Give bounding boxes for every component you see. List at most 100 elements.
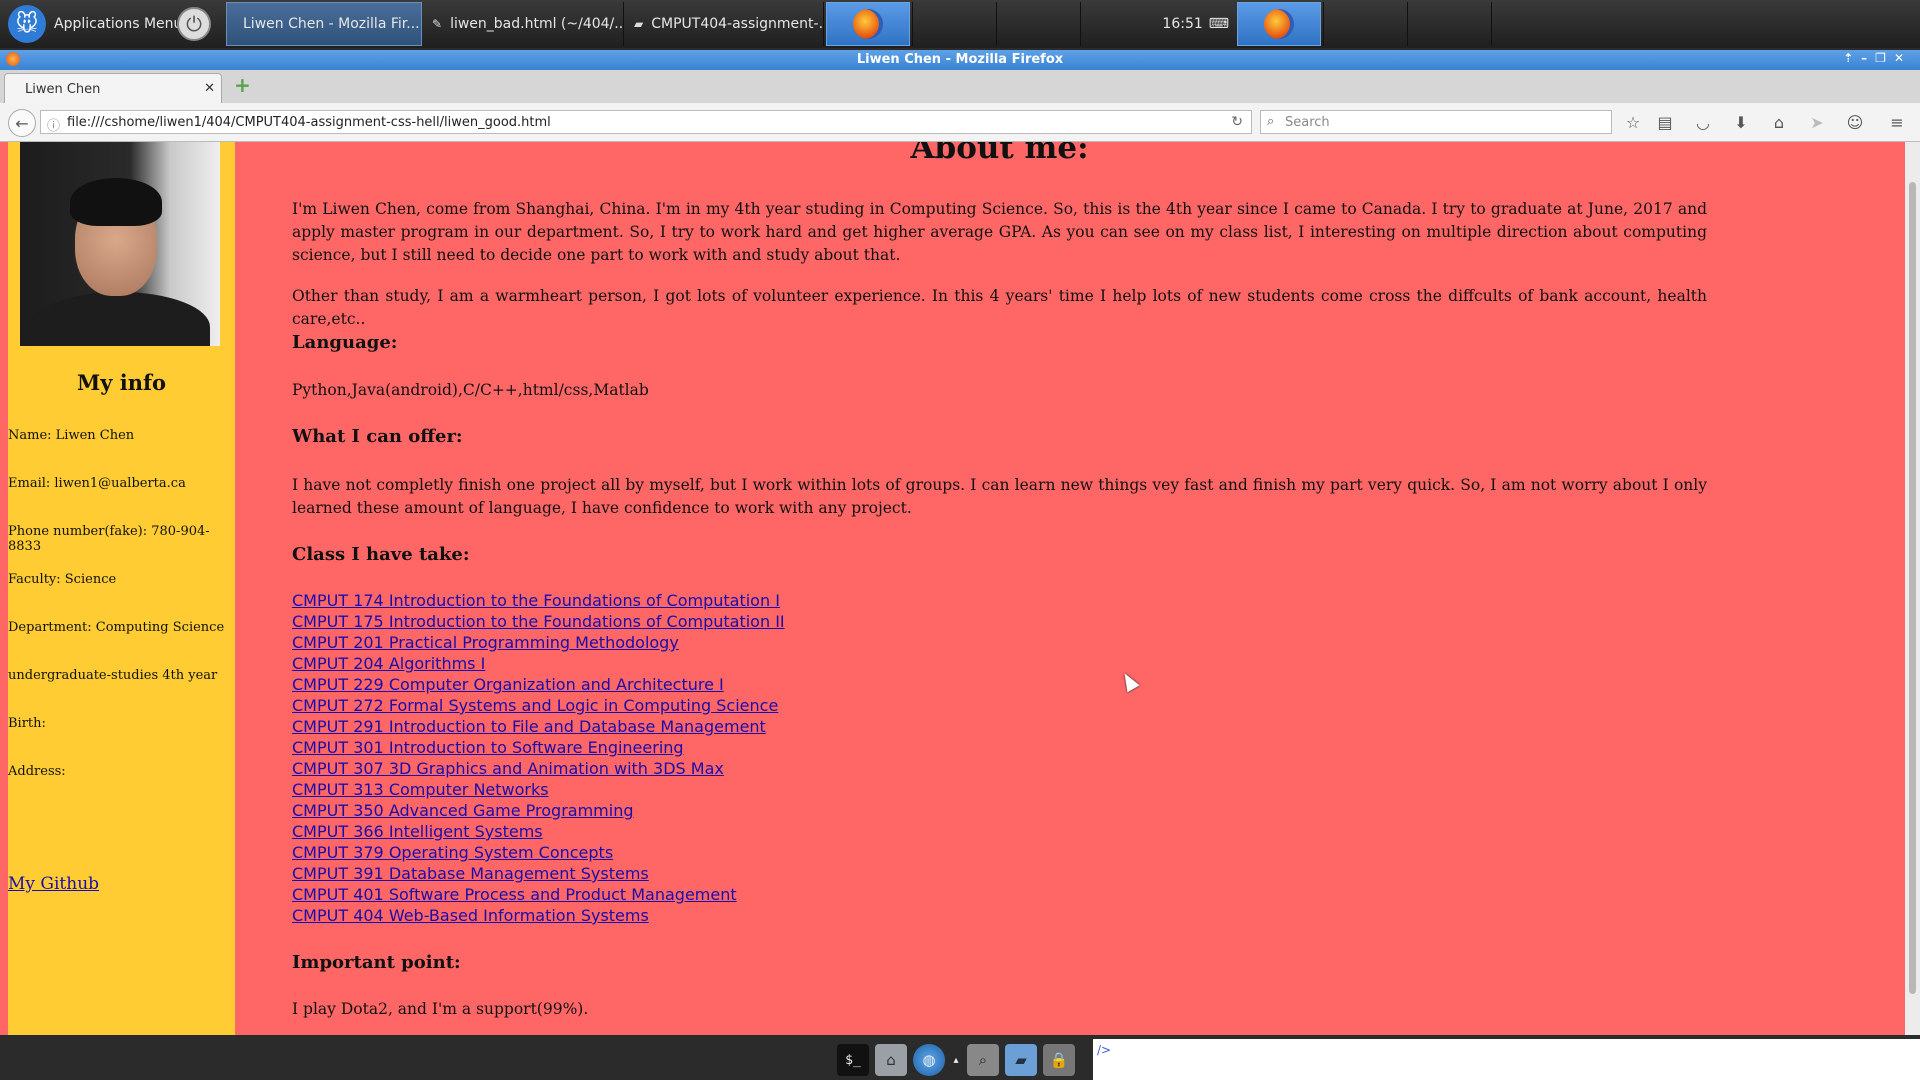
- info-email: Email: liwen1@ualberta.ca: [8, 476, 186, 491]
- workspace-8[interactable]: [1491, 2, 1573, 46]
- class-link[interactable]: CMPUT 272 Formal Systems and Logic in Co…: [292, 696, 778, 715]
- top-panel: 🐭 Applications Menu ⏻ Liwen Chen - Mozil…: [0, 0, 1920, 48]
- workspace-1-firefox[interactable]: [826, 2, 910, 46]
- restore-icon[interactable]: ❐: [1875, 51, 1894, 65]
- folder-icon: ▰: [634, 17, 644, 31]
- firefox-icon: [1264, 9, 1294, 39]
- back-arrow-icon[interactable]: ←: [8, 109, 36, 137]
- power-icon: ⏻: [177, 7, 211, 41]
- lock-icon[interactable]: 🔒: [1043, 1044, 1075, 1076]
- intro-paragraph-2: Other than study, I am a warmheart perso…: [292, 287, 1707, 328]
- workspace-firefox[interactable]: [1237, 2, 1321, 46]
- bottom-panel: $_ ⌂ ◍ ▴ ⌕ ▰ 🔒 />: [0, 1037, 1920, 1080]
- class-link[interactable]: CMPUT 229 Computer Organization and Arch…: [292, 675, 724, 694]
- chevron-up-icon[interactable]: ▴: [951, 1044, 961, 1076]
- important-text: I play Dota2, and I'm a support(99%).: [292, 1000, 589, 1018]
- clock[interactable]: 16:51 ⌨: [1163, 2, 1233, 46]
- reload-icon[interactable]: ↻: [1231, 114, 1243, 130]
- class-link[interactable]: CMPUT 391 Database Management Systems: [292, 864, 649, 883]
- class-link[interactable]: CMPUT 401 Software Process and Product M…: [292, 885, 737, 904]
- home-icon[interactable]: ⌂: [1768, 111, 1790, 133]
- launcher-dock: $_ ⌂ ◍ ▴ ⌕ ▰ 🔒: [833, 1041, 1097, 1079]
- network-icon: ⌨: [1208, 16, 1229, 32]
- github-link[interactable]: My Github: [8, 874, 99, 894]
- panel-text-field[interactable]: />: [1093, 1039, 1920, 1080]
- important-heading: Important point:: [292, 952, 461, 973]
- workspace-3[interactable]: [996, 2, 1078, 46]
- offer-heading: What I can offer:: [292, 426, 463, 447]
- search-input[interactable]: ⌕ Search: [1260, 110, 1612, 134]
- close-icon[interactable]: ✕: [1894, 51, 1912, 65]
- web-browser-icon[interactable]: ◍: [913, 1044, 945, 1076]
- text-editor-icon: ✎: [432, 17, 443, 31]
- tab-title: Liwen Chen: [25, 82, 101, 97]
- task-file-manager[interactable]: ▰ CMPUT404-assignment-...: [626, 2, 824, 46]
- app-finder-icon[interactable]: ⌕: [967, 1044, 999, 1076]
- class-link[interactable]: CMPUT 366 Intelligent Systems: [292, 822, 543, 841]
- intro-paragraph-1: I'm Liwen Chen, come from Shanghai, Chin…: [292, 200, 1707, 264]
- profile-photo: [20, 142, 220, 346]
- classes-heading: Class I have take:: [292, 544, 470, 565]
- sidebar: My info Name: Liwen Chen Email: liwen1@u…: [8, 142, 235, 1035]
- sidebar-title: My info: [76, 370, 167, 395]
- class-link[interactable]: CMPUT 404 Web-Based Information Systems: [292, 906, 649, 925]
- window-title: Liwen Chen - Mozilla Firefox: [856, 52, 1064, 67]
- info-phone: Phone number(fake): 780-904-8833: [8, 524, 210, 554]
- close-tab-icon[interactable]: ✕: [204, 81, 215, 96]
- xfce-mouse-icon: 🐭: [8, 5, 46, 43]
- workspace-4[interactable]: [1080, 2, 1162, 46]
- chat-icon[interactable]: ☺: [1844, 111, 1866, 133]
- bookmark-star-icon[interactable]: ☆: [1622, 111, 1644, 133]
- workspace-7[interactable]: [1407, 2, 1489, 46]
- info-year: undergraduate-studies 4th year: [8, 668, 218, 683]
- maximize-up-icon[interactable]: ⇡: [1843, 51, 1861, 65]
- class-link[interactable]: CMPUT 307 3D Graphics and Animation with…: [292, 759, 724, 778]
- minimize-icon[interactable]: –: [1861, 51, 1875, 65]
- folder-icon[interactable]: ▰: [1005, 1044, 1037, 1076]
- firefox-icon: [853, 9, 883, 39]
- page-heading: About me:: [910, 142, 1089, 166]
- task-label: Liwen Chen - Mozilla Fir...: [243, 16, 420, 32]
- tab-liwen-chen[interactable]: Liwen Chen ✕: [4, 73, 222, 103]
- class-link[interactable]: CMPUT 204 Algorithms I: [292, 654, 485, 673]
- info-address: Address:: [8, 764, 66, 779]
- info-birth: Birth:: [8, 716, 46, 731]
- class-link[interactable]: CMPUT 379 Operating System Concepts: [292, 843, 613, 862]
- class-link[interactable]: CMPUT 291 Introduction to File and Datab…: [292, 717, 766, 736]
- power-button[interactable]: ⏻: [174, 2, 214, 46]
- class-link[interactable]: CMPUT 201 Practical Programming Methodol…: [292, 633, 679, 652]
- pocket-icon[interactable]: ◡: [1692, 111, 1714, 133]
- downloads-icon[interactable]: ⬇: [1730, 111, 1752, 133]
- url-text: file:///cshome/liwen1/404/CMPUT404-assig…: [67, 115, 551, 130]
- hamburger-menu-icon[interactable]: ≡: [1886, 111, 1908, 133]
- class-link[interactable]: CMPUT 301 Introduction to Software Engin…: [292, 738, 684, 757]
- search-icon: ⌕: [1267, 114, 1275, 129]
- class-link[interactable]: CMPUT 313 Computer Networks: [292, 780, 549, 799]
- search-placeholder: Search: [1285, 115, 1330, 130]
- window-titlebar[interactable]: Liwen Chen - Mozilla Firefox ⇡–❐✕: [0, 50, 1920, 70]
- clock-time: 16:51: [1163, 16, 1203, 32]
- language-heading: Language:: [292, 332, 398, 353]
- home-folder-icon[interactable]: ⌂: [875, 1044, 907, 1076]
- workspace-6[interactable]: [1323, 2, 1405, 46]
- share-icon[interactable]: ➤: [1806, 111, 1828, 133]
- window-controls: ⇡–❐✕: [1843, 51, 1912, 65]
- task-text-editor[interactable]: ✎ liwen_bad.html (~/404/...: [424, 2, 624, 46]
- panel-field-text: />: [1097, 1043, 1112, 1057]
- offer-text: I have not completly finish one project …: [292, 476, 1707, 517]
- site-info-icon[interactable]: ⓘ: [47, 115, 60, 134]
- info-name: Name: Liwen Chen: [8, 428, 135, 443]
- terminal-icon[interactable]: $_: [837, 1044, 869, 1076]
- tab-strip: Liwen Chen ✕ +: [0, 70, 1920, 104]
- scrollbar-thumb[interactable]: [1909, 182, 1916, 994]
- url-bar[interactable]: ⓘ file:///cshome/liwen1/404/CMPUT404-ass…: [40, 110, 1252, 134]
- class-link[interactable]: CMPUT 175 Introduction to the Foundation…: [292, 612, 785, 631]
- class-link[interactable]: CMPUT 350 Advanced Game Programming: [292, 801, 634, 820]
- workspace-2[interactable]: [912, 2, 994, 46]
- reading-list-icon[interactable]: ▤: [1654, 111, 1676, 133]
- task-firefox[interactable]: Liwen Chen - Mozilla Fir...: [226, 2, 422, 46]
- task-label: liwen_bad.html (~/404/...: [450, 16, 624, 32]
- class-link[interactable]: CMPUT 174 Introduction to the Foundation…: [292, 591, 780, 610]
- new-tab-plus-icon[interactable]: +: [234, 75, 251, 95]
- page-scrollbar[interactable]: [1905, 142, 1920, 1035]
